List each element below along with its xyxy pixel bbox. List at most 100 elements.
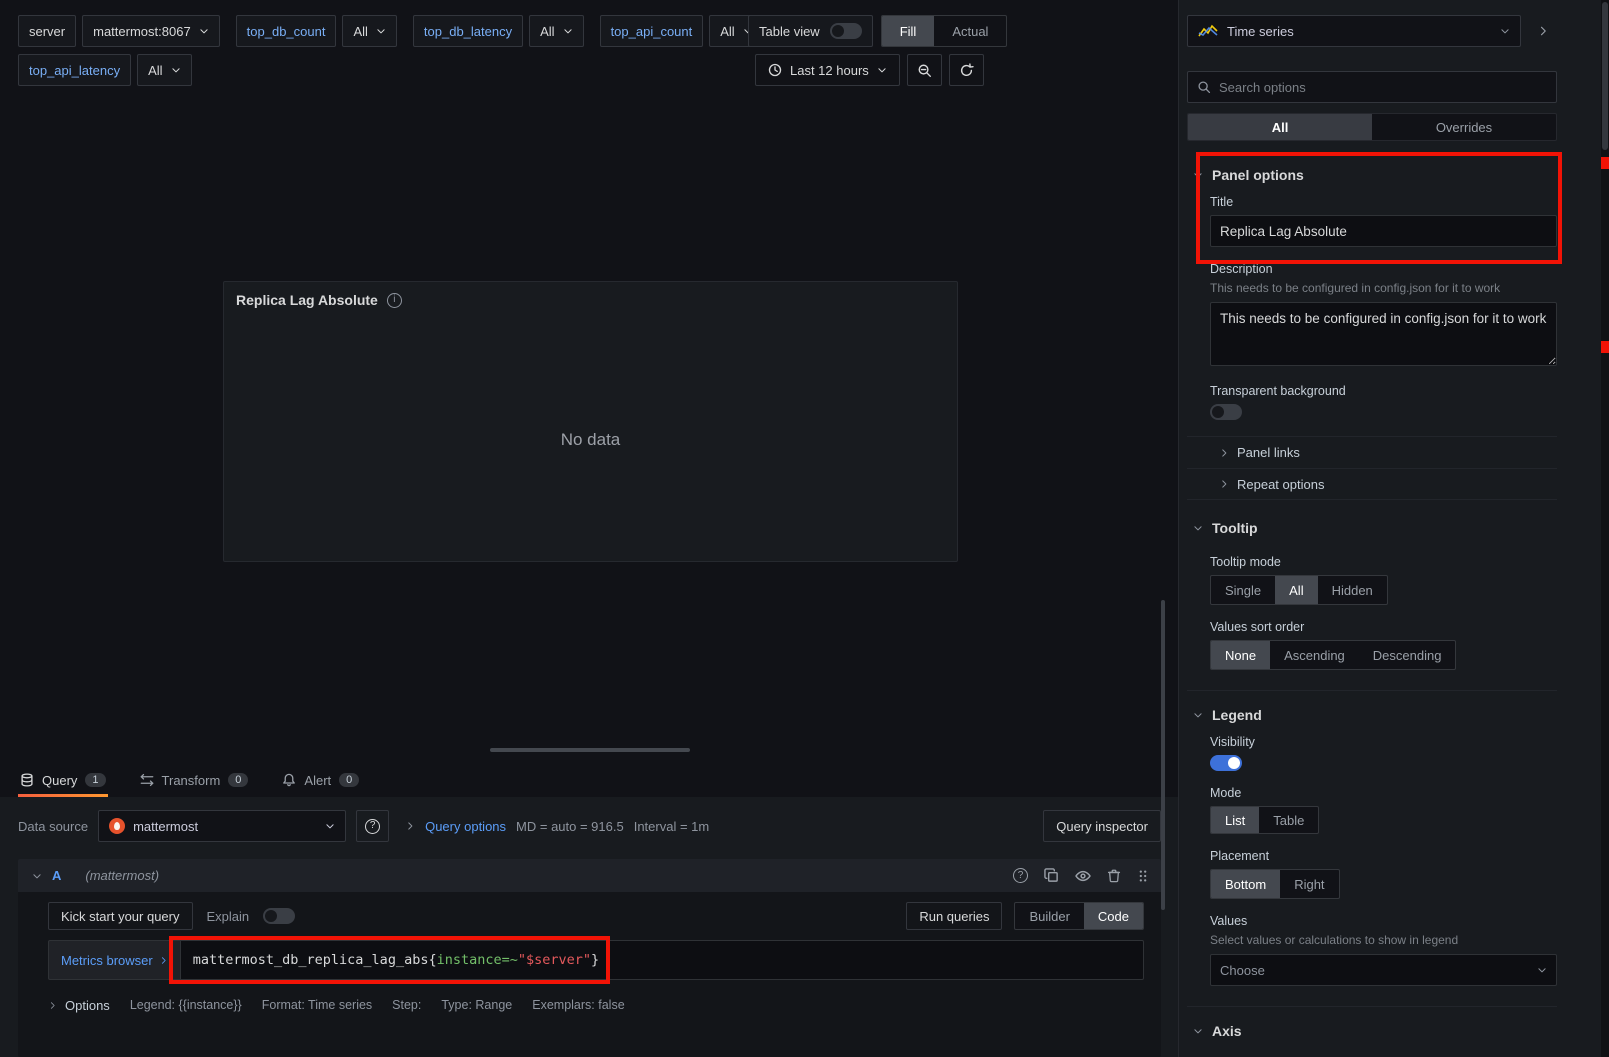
clock-icon xyxy=(768,63,782,77)
vertical-splitter-handle[interactable] xyxy=(1161,600,1165,910)
variable-server: server mattermost:8067 xyxy=(18,15,220,47)
builder-option[interactable]: Builder xyxy=(1015,903,1083,929)
explain-toggle[interactable] xyxy=(263,908,295,924)
transparent-background-toggle[interactable] xyxy=(1210,404,1242,420)
variable-top-db-latency-value-dropdown[interactable]: All xyxy=(529,15,583,47)
chevron-right-icon xyxy=(405,821,415,831)
tab-query[interactable]: Query 1 xyxy=(18,763,108,797)
legend-visibility-toggle[interactable] xyxy=(1210,755,1242,771)
tab-overrides[interactable]: Overrides xyxy=(1372,114,1556,140)
legend-values-select[interactable]: Choose xyxy=(1210,954,1557,986)
table-view-label: Table view xyxy=(759,24,820,39)
metrics-browser-button[interactable]: Metrics browser xyxy=(48,940,180,980)
kick-start-query-button[interactable]: Kick start your query xyxy=(48,902,193,930)
run-queries-button[interactable]: Run queries xyxy=(906,902,1002,930)
code-option[interactable]: Code xyxy=(1084,903,1143,929)
tab-transform[interactable]: Transform 0 xyxy=(138,763,251,797)
drag-handle-icon[interactable] xyxy=(1137,869,1149,883)
table-view-toggle[interactable] xyxy=(830,23,862,39)
legend-values-label: Values xyxy=(1210,914,1557,928)
transparent-background-label: Transparent background xyxy=(1210,384,1557,398)
options-collapse[interactable]: Options xyxy=(48,998,110,1013)
duplicate-query-icon[interactable] xyxy=(1044,868,1059,883)
legend-values-help: Select values or calculations to show in… xyxy=(1210,932,1557,948)
chevron-down-icon[interactable] xyxy=(32,871,42,881)
values-sort-order-group: None Ascending Descending xyxy=(1210,640,1456,670)
panel-title-input[interactable] xyxy=(1210,215,1557,247)
actual-option[interactable]: Actual xyxy=(934,16,1006,46)
panel-header[interactable]: Replica Lag Absolute i xyxy=(224,282,957,318)
chevron-down-icon xyxy=(199,26,209,36)
fill-option[interactable]: Fill xyxy=(882,16,935,46)
visualization-row: Time series xyxy=(1187,15,1557,47)
query-count-badge: 1 xyxy=(85,773,105,787)
tab-all-options[interactable]: All xyxy=(1188,114,1372,140)
hide-query-eye-icon[interactable] xyxy=(1075,868,1091,884)
variable-top-db-count-value-dropdown[interactable]: All xyxy=(342,15,396,47)
axis-header[interactable]: Axis xyxy=(1187,1019,1557,1043)
time-series-icon xyxy=(1198,24,1218,38)
expr-operator: =~ xyxy=(502,952,518,968)
variable-top-db-latency: top_db_latency All xyxy=(413,15,584,47)
variable-top-db-latency-label: top_db_latency xyxy=(413,15,523,47)
panel-links-collapse[interactable]: Panel links xyxy=(1187,436,1557,468)
horizontal-splitter-handle[interactable] xyxy=(490,748,690,752)
time-controls: Last 12 hours xyxy=(755,54,984,86)
transparent-background-field: Transparent background xyxy=(1210,384,1557,420)
visualization-picker[interactable]: Time series xyxy=(1187,15,1521,47)
sort-ascending[interactable]: Ascending xyxy=(1270,641,1359,669)
variable-server-value-dropdown[interactable]: mattermost:8067 xyxy=(82,15,220,47)
annotation-scroll-marker-2 xyxy=(1601,341,1609,353)
tab-alert[interactable]: Alert 0 xyxy=(280,763,361,797)
promql-expression-input[interactable]: mattermost_db_replica_lag_abs{instance=~… xyxy=(180,940,1144,980)
time-range-picker[interactable]: Last 12 hours xyxy=(755,54,900,86)
tooltip-mode-hidden[interactable]: Hidden xyxy=(1318,576,1387,604)
tooltip-header[interactable]: Tooltip xyxy=(1187,516,1557,540)
datasource-help-button[interactable]: ? xyxy=(356,810,389,842)
placement-right[interactable]: Right xyxy=(1280,870,1338,898)
title-label: Title xyxy=(1210,195,1557,209)
query-options-toggle[interactable]: Query options xyxy=(425,819,506,834)
query-help-icon[interactable]: ? xyxy=(1013,868,1028,883)
datasource-picker[interactable]: mattermost xyxy=(98,810,346,842)
scrollbar-thumb[interactable] xyxy=(1602,2,1608,150)
panel-preview-area: Replica Lag Absolute i No data xyxy=(0,96,1178,763)
options-search[interactable] xyxy=(1187,71,1557,103)
sort-descending[interactable]: Descending xyxy=(1359,641,1456,669)
legend-placement-label: Placement xyxy=(1210,849,1557,863)
legend-mode-list[interactable]: List xyxy=(1211,807,1259,833)
legend-visibility-field: Visibility xyxy=(1210,735,1557,771)
query-expression-row: Metrics browser mattermost_db_replica_la… xyxy=(48,940,1144,980)
database-icon xyxy=(20,773,34,787)
panel-description-textarea[interactable]: This needs to be configured in config.js… xyxy=(1210,302,1557,366)
panel-options-header[interactable]: Panel options xyxy=(1187,163,1557,187)
legend-header[interactable]: Legend xyxy=(1187,703,1557,727)
placement-bottom[interactable]: Bottom xyxy=(1211,870,1280,898)
legend-mode-field: Mode List Table xyxy=(1210,786,1557,834)
refresh-button[interactable] xyxy=(949,54,984,86)
panel-info-icon[interactable]: i xyxy=(387,293,402,308)
query-row-header[interactable]: A (mattermost) ? xyxy=(18,859,1161,892)
query-row-actions: ? xyxy=(1013,868,1149,884)
chevron-right-icon xyxy=(48,1001,57,1010)
variable-top-api-latency-value-dropdown[interactable]: All xyxy=(137,54,191,86)
tooltip-mode-all[interactable]: All xyxy=(1275,576,1317,604)
legend-mode-table[interactable]: Table xyxy=(1259,807,1318,833)
sort-none[interactable]: None xyxy=(1211,641,1270,669)
delete-query-trash-icon[interactable] xyxy=(1107,868,1121,883)
options-legend-text: Legend: {{instance}} xyxy=(130,998,242,1012)
variable-top-api-latency: top_api_latency All xyxy=(18,54,192,86)
query-inspector-button[interactable]: Query inspector xyxy=(1043,810,1161,842)
tooltip-mode-single[interactable]: Single xyxy=(1211,576,1275,604)
tooltip-mode-group: Single All Hidden xyxy=(1210,575,1388,605)
variable-server-label: server xyxy=(18,15,76,47)
builder-code-switch: Builder Code xyxy=(1014,902,1144,930)
no-data-message: No data xyxy=(561,430,621,450)
repeat-options-collapse[interactable]: Repeat options xyxy=(1187,468,1557,500)
page-scrollbar[interactable] xyxy=(1601,0,1609,1057)
zoom-out-button[interactable] xyxy=(907,54,942,86)
options-search-input[interactable] xyxy=(1219,80,1547,95)
collapse-options-pane-button[interactable] xyxy=(1529,15,1557,47)
legend-values-field: Values Select values or calculations to … xyxy=(1210,914,1557,986)
options-type-text: Type: Range xyxy=(441,998,512,1012)
